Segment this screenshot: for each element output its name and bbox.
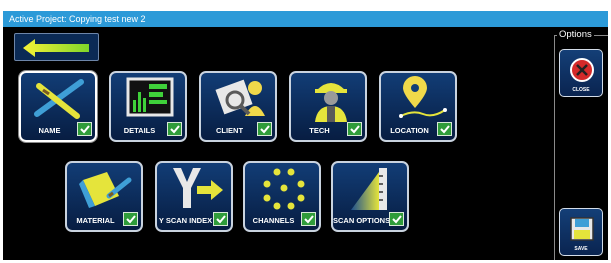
tile-client[interactable]: CLIENT	[199, 71, 277, 142]
tile-details-label: DETAILS	[123, 126, 156, 135]
window-title: Active Project: Copying test new 2	[3, 11, 608, 27]
check-icon	[167, 122, 182, 136]
check-icon	[437, 122, 452, 136]
material-icon	[79, 172, 132, 208]
options-label: Options	[557, 29, 594, 40]
scan-options-icon	[351, 168, 387, 210]
location-pin-icon	[399, 76, 447, 118]
tile-tech[interactable]: TECH	[289, 71, 367, 142]
tile-name-label: NAME	[38, 126, 61, 135]
tile-material[interactable]: MATERIAL	[65, 161, 143, 232]
tile-details[interactable]: DETAILS	[109, 71, 187, 142]
back-arrow-icon	[23, 39, 89, 57]
tile-client-label: CLIENT	[215, 126, 244, 135]
y-scan-index-icon	[173, 168, 223, 208]
check-icon	[389, 212, 404, 226]
tile-channels[interactable]: CHANNELS	[243, 161, 321, 232]
save-icon	[570, 217, 594, 241]
check-icon	[213, 212, 228, 226]
tile-name[interactable]: NAME	[19, 71, 97, 142]
tile-y-scan-index[interactable]: Y SCAN INDEX	[155, 161, 233, 232]
client-search-icon	[215, 79, 265, 116]
tile-channels-label: CHANNELS	[252, 216, 295, 225]
save-button-label: SAVE	[574, 246, 588, 252]
close-icon	[570, 58, 594, 82]
save-button[interactable]: SAVE	[559, 208, 603, 256]
check-icon	[301, 212, 316, 226]
close-button-label: CLOSE	[572, 87, 590, 93]
tile-tech-label: TECH	[309, 126, 330, 135]
channels-dots-icon	[263, 168, 305, 210]
tile-scan-options[interactable]: SCAN OPTIONS	[331, 161, 409, 232]
tile-location-label: LOCATION	[390, 126, 429, 135]
check-icon	[347, 122, 362, 136]
back-button[interactable]	[14, 33, 99, 61]
tile-material-label: MATERIAL	[76, 216, 115, 225]
tile-y-scan-index-label: Y SCAN INDEX	[158, 216, 213, 225]
tile-location[interactable]: LOCATION	[379, 71, 457, 142]
project-screen: NAME DETAILS CLIENT TECH LOCATION MATERI…	[3, 27, 608, 260]
details-monitor-icon	[126, 77, 174, 117]
tile-scan-options-label: SCAN OPTIONS	[333, 216, 390, 225]
technician-icon	[315, 83, 347, 122]
close-button[interactable]: CLOSE	[559, 49, 603, 97]
check-icon	[77, 122, 92, 136]
pencil-icon	[34, 79, 84, 119]
check-icon	[257, 122, 272, 136]
check-icon	[123, 212, 138, 226]
